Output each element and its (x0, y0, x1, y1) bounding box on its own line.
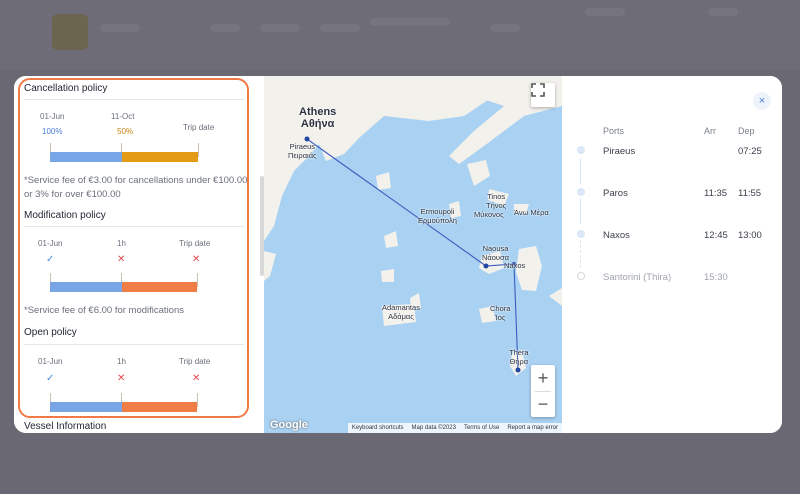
modification-allowed-bar (50, 282, 122, 292)
modification-allowed-check-icon: ✓ (46, 254, 55, 265)
stop-port: Piraeus (603, 146, 636, 157)
cancellation-policy-title: Cancellation policy (24, 83, 108, 94)
modification-mid-label: 1h (117, 239, 126, 248)
stop-dot (577, 230, 585, 238)
site-logo (52, 14, 88, 50)
stop-port: Santorini (Thira) (603, 272, 672, 283)
modification-start-label: 01-Jun (38, 239, 63, 248)
close-modal-button[interactable]: × (753, 92, 771, 110)
open-start-label: 01-Jun (38, 357, 63, 366)
map-zoom-control: + − (531, 365, 555, 417)
open-policy-title: Open policy (24, 327, 77, 338)
cancellation-start-label: 01-Jun (40, 112, 65, 121)
modification-blocked-bar (122, 282, 197, 292)
stop-dep: 07:25 (738, 146, 762, 157)
cancellation-mid-label: 11-Oct (111, 112, 135, 121)
map-label-athens: Athens Αθήνα (299, 106, 337, 130)
map-attribution: Keyboard shortcuts Map data ©2023 Terms … (347, 423, 562, 433)
stop-dot (577, 272, 585, 280)
cancellation-half-refund-percent: 50% (117, 127, 134, 136)
map-label-tinos: Tinos Τήνος (486, 192, 507, 210)
modification-not-allowed-x-icon: ✕ (192, 254, 201, 265)
fullscreen-icon (531, 83, 545, 97)
map-label-mykonos: Μύκονος (474, 210, 504, 219)
stop-dot (577, 188, 585, 196)
map-label-thera: Thera Θήρα (509, 348, 529, 366)
terms-of-use-link[interactable]: Terms of Use (464, 423, 499, 433)
open-not-allowed-x-icon: ✕ (192, 373, 201, 384)
itinerary-panel: × Ports Arr Dep Piraeus 07:25 Paros 11:3… (562, 76, 782, 433)
stop-arr: 12:45 (704, 230, 728, 241)
zoom-out-button[interactable]: − (531, 391, 555, 417)
route-map[interactable]: Athens Αθήνα Piraeus Πειραιάς Tinos Τήνος Ά… (264, 76, 562, 433)
stop-port: Paros (603, 188, 628, 199)
map-label-naousa: Naousa Νάουσα (482, 244, 509, 262)
cancellation-trip-date-label: Trip date (183, 123, 215, 132)
map-label-piraeus: Piraeus Πειραιάς (288, 142, 317, 160)
map-data-text: Map data ©2023 (411, 425, 456, 431)
open-trip-date-label: Trip date (179, 357, 211, 366)
map-label-chora-ios: Chora Ίος (490, 304, 511, 322)
cancellation-full-refund-bar (50, 152, 122, 162)
map-label-adamantas: Adamantas Αδάμας (382, 303, 420, 321)
dep-header: Dep (738, 126, 755, 136)
open-policy-timeline: 01-Jun 1h Trip date ✓ ✕ ✕ (24, 344, 244, 417)
cancellation-half-refund-bar (122, 152, 198, 162)
stop-arr: 11:35 (704, 188, 728, 199)
modification-policy-title: Modification policy (24, 210, 106, 221)
policies-panel[interactable]: Cancellation policy 01-Jun 11-Oct Trip d… (14, 76, 264, 433)
map-fullscreen-button[interactable] (531, 83, 555, 107)
open-allowed-bar (50, 402, 122, 412)
background-header (0, 0, 800, 70)
open-blocked-bar (122, 402, 197, 412)
stop-dep: 13:00 (738, 230, 762, 241)
cancellation-full-refund-percent: 100% (42, 127, 63, 136)
map-label-ermoupoli: Ermoupoli Ερμούπολη (418, 207, 457, 225)
map-footer: Google Keyboard shortcuts Map data ©2023… (264, 419, 562, 433)
google-logo: Google (270, 419, 308, 431)
arr-header: Arr (704, 126, 716, 136)
modification-not-allowed-x-icon: ✕ (117, 254, 126, 265)
ports-header: Ports (603, 126, 625, 136)
vessel-information-title[interactable]: Vessel Information (24, 421, 106, 432)
modification-service-fee-note: *Service fee of €6.00 for modifications (24, 305, 185, 316)
trip-details-modal: Cancellation policy 01-Jun 11-Oct Trip d… (14, 76, 782, 433)
report-map-error-link[interactable]: Report a map error (507, 423, 558, 433)
zoom-in-button[interactable]: + (531, 365, 555, 391)
stop-port: Naxos (603, 230, 630, 241)
open-allowed-check-icon: ✓ (46, 373, 55, 384)
cancellation-service-fee-note: *Service fee of €3.00 for cancellations … (24, 175, 248, 200)
map-label-naxos: Naxos (504, 261, 526, 270)
modification-timeline: 01-Jun 1h Trip date ✓ ✕ ✕ (24, 226, 244, 299)
open-mid-label: 1h (117, 357, 126, 366)
modification-trip-date-label: Trip date (179, 239, 211, 248)
close-icon: × (758, 95, 766, 107)
open-not-allowed-x-icon: ✕ (117, 373, 126, 384)
keyboard-shortcuts-link[interactable]: Keyboard shortcuts (352, 423, 404, 433)
stop-dep: 11:55 (738, 188, 762, 199)
stop-dot (577, 146, 585, 154)
cancellation-timeline: 01-Jun 11-Oct Trip date 100% 50% (24, 99, 244, 172)
stop-arr: 15:30 (704, 272, 728, 283)
map-label-ano-mera: Άνω Μέρα (514, 208, 549, 217)
